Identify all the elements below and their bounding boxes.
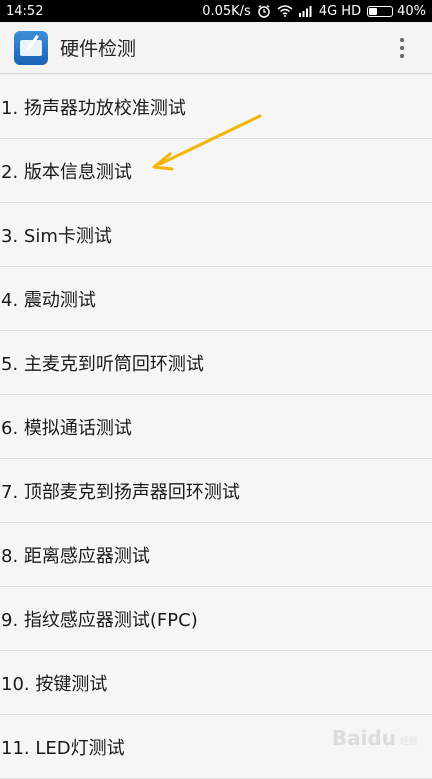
list-item-label: 8. 距离感应器测试 [1, 545, 150, 567]
battery-icon [367, 5, 394, 17]
watermark-sub: 经验 [399, 737, 418, 747]
list-item[interactable]: 4. 震动测试 [0, 267, 432, 331]
battery-percent: 40% [397, 3, 426, 19]
hardware-test-app-icon [14, 30, 48, 65]
watermark-logo: Baidu [331, 726, 396, 750]
status-icons: 0.05K/s 4G HD 40% [202, 4, 426, 19]
list-item[interactable]: 9. 指纹感应器测试(FPC) [0, 587, 432, 651]
list-item-label: 6. 模拟通话测试 [1, 417, 132, 439]
list-item-label: 10. 按键测试 [1, 673, 108, 695]
list-item[interactable]: 8. 距离感应器测试 [0, 523, 432, 587]
wifi-icon [277, 5, 293, 17]
status-time: 14:52 [6, 3, 44, 19]
annotation-arrow [152, 114, 262, 171]
network-type: 4G HD [318, 3, 362, 19]
list-item-label: 7. 顶部麦克到扬声器回环测试 [1, 481, 240, 503]
list-item[interactable]: 6. 模拟通话测试 [0, 395, 432, 459]
alarm-icon [258, 4, 270, 18]
list-item-label: 4. 震动测试 [1, 289, 96, 311]
list-item-label: 3. Sim卡测试 [1, 225, 112, 247]
list-item[interactable]: 7. 顶部麦克到扬声器回环测试 [0, 459, 432, 523]
list-item[interactable]: 5. 主麦克到听筒回环测试 [0, 331, 432, 395]
page-title: 硬件检测 [60, 38, 137, 60]
status-bar: 14:52 0.05K/s 4G HD 40% [0, 0, 432, 22]
baidu-watermark: Baidu 经验 [332, 726, 418, 750]
list-item-label: 2. 版本信息测试 [1, 161, 132, 183]
list-item-label: 11. LED灯测试 [1, 737, 125, 759]
test-list: 1. 扬声器功放校准测试 2. 版本信息测试 3. Sim卡测试 4. 震动测试 5. … [0, 75, 432, 779]
list-item-label: 9. 指纹感应器测试(FPC) [1, 609, 198, 631]
battery-indicator: 40% [367, 4, 426, 19]
overflow-menu-icon[interactable] [386, 28, 418, 68]
list-item[interactable]: 3. Sim卡测试 [0, 203, 432, 267]
action-bar: 硬件检测 [0, 22, 432, 74]
signal-icon [298, 6, 312, 17]
list-item[interactable]: 10. 按键测试 [0, 651, 432, 715]
battery-fill [369, 7, 378, 15]
list-item-label: 5. 主麦克到听筒回环测试 [1, 353, 204, 375]
network-speed: 0.05K/s [202, 3, 251, 19]
